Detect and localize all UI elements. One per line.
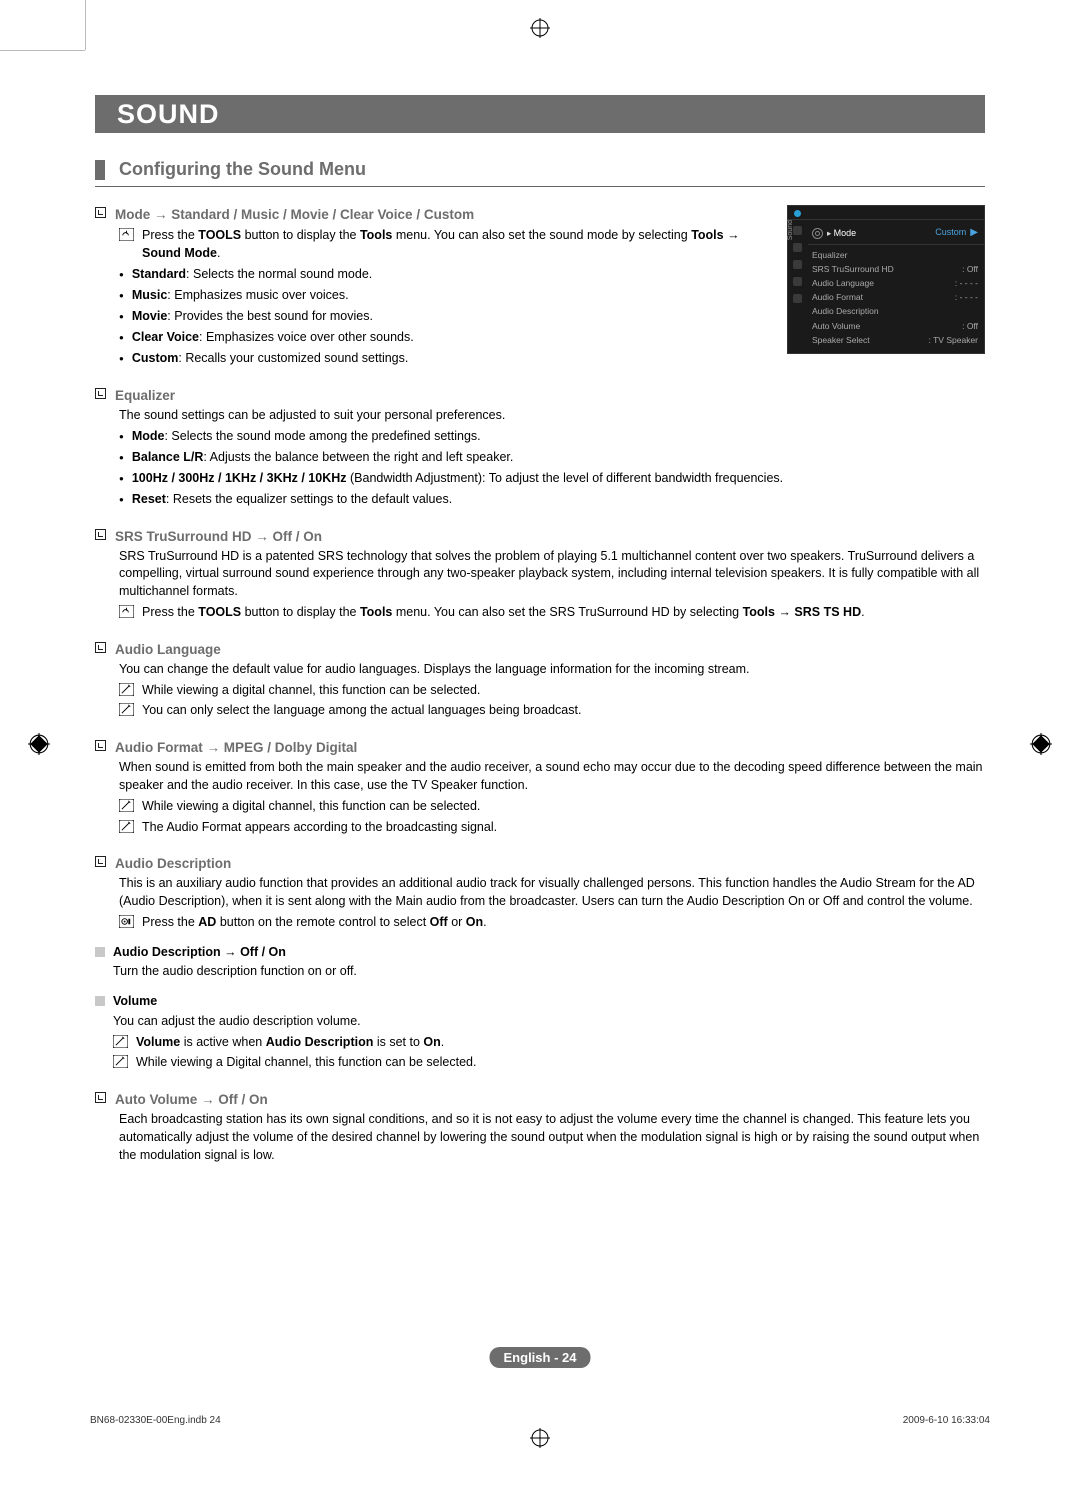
section-bullet-icon [95, 1092, 106, 1103]
section-title: Audio Format → MPEG / Dolby Digital [115, 738, 357, 757]
body-text: Each broadcasting station has its own si… [119, 1111, 985, 1164]
page-footer-right: 2009-6-10 16:33:04 [903, 1415, 990, 1426]
remote-button-icon [119, 915, 134, 928]
note-icon [119, 799, 134, 812]
body-text: While viewing a Digital channel, this fu… [136, 1054, 476, 1072]
subsection-bullet-icon [95, 996, 105, 1006]
section-equalizer: Equalizer The sound settings can be adju… [95, 386, 985, 509]
note-icon [119, 703, 134, 716]
page-footer-left: BN68-02330E-00Eng.indb 24 [90, 1415, 221, 1426]
list-item: Movie: Provides the best sound for movie… [119, 308, 775, 326]
print-registration-left-icon [28, 733, 50, 755]
print-registration-top-icon [530, 18, 550, 38]
subheading: Configuring the Sound Menu [119, 159, 366, 180]
list-item: Standard: Selects the normal sound mode. [119, 266, 775, 284]
body-text: Press the AD button on the remote contro… [142, 914, 487, 932]
crop-line-h [0, 50, 85, 51]
section-title: Auto Volume → Off / On [115, 1090, 268, 1109]
section-title: Audio Description [115, 854, 231, 873]
list-item: Music: Emphasizes music over voices. [119, 287, 775, 305]
section-bullet-icon [95, 856, 106, 867]
body-text: You can only select the language among t… [142, 702, 581, 720]
body-text: While viewing a digital channel, this fu… [142, 798, 480, 816]
body-text: Press the TOOLS button to display the To… [142, 604, 865, 622]
divider [95, 186, 985, 187]
section-srs: SRS TruSurround HD → Off / On SRS TruSur… [95, 527, 985, 622]
section-bullet-icon [95, 642, 106, 653]
list-item: Reset: Resets the equalizer settings to … [119, 491, 985, 509]
body-text: Turn the audio description function on o… [113, 963, 985, 981]
section-bullet-icon [95, 207, 106, 218]
body-text: When sound is emitted from both the main… [119, 759, 985, 795]
section-bullet-icon [95, 740, 106, 751]
section-banner: SOUND [95, 95, 985, 133]
section-auto-volume: Auto Volume → Off / On Each broadcasting… [95, 1090, 985, 1164]
note-icon [113, 1055, 128, 1068]
tools-icon [119, 605, 134, 618]
section-audio-description: Audio Description This is an auxiliary a… [95, 854, 985, 1072]
note-icon [119, 820, 134, 833]
page-footer-center: English - 24 [490, 1347, 591, 1368]
subsection-title: Volume [113, 993, 157, 1011]
subsection-volume: Volume You can adjust the audio descript… [95, 993, 985, 1072]
section-audio-format: Audio Format → MPEG / Dolby Digital When… [95, 738, 985, 836]
body-text: You can adjust the audio description vol… [113, 1013, 985, 1031]
body-text: SRS TruSurround HD is a patented SRS tec… [119, 548, 985, 601]
subsection-bullet-icon [95, 947, 105, 957]
section-title: Equalizer [115, 386, 175, 405]
list-item: Custom: Recalls your customized sound se… [119, 350, 775, 368]
print-registration-right-icon [1030, 733, 1052, 755]
section-audio-language: Audio Language You can change the defaul… [95, 640, 985, 720]
crop-line-v [85, 0, 86, 50]
body-text: While viewing a digital channel, this fu… [142, 682, 480, 700]
subsection-ad-on-off: Audio Description → Off / On Turn the au… [95, 944, 985, 982]
body-text: Press the TOOLS button to display the To… [142, 227, 775, 263]
body-text: The sound settings can be adjusted to su… [119, 407, 985, 425]
section-bullet-icon [95, 529, 106, 540]
subhead-bar-icon [95, 160, 105, 180]
tools-icon [119, 228, 134, 241]
note-icon [113, 1035, 128, 1048]
body-text: You can change the default value for aud… [119, 661, 985, 679]
section-title: Mode → Standard / Music / Movie / Clear … [115, 205, 474, 224]
section-title: SRS TruSurround HD → Off / On [115, 527, 322, 546]
list-item: Clear Voice: Emphasizes voice over other… [119, 329, 775, 347]
section-bullet-icon [95, 388, 106, 399]
list-item: Balance L/R: Adjusts the balance between… [119, 449, 985, 467]
note-icon [119, 683, 134, 696]
section-mode: Mode → Standard / Music / Movie / Clear … [95, 205, 985, 368]
list-item: Mode: Selects the sound mode among the p… [119, 428, 985, 446]
body-text: Volume is active when Audio Description … [136, 1034, 444, 1052]
section-title: Audio Language [115, 640, 221, 659]
list-item: 100Hz / 300Hz / 1KHz / 3KHz / 10KHz (Ban… [119, 470, 985, 488]
print-registration-bottom-icon [530, 1428, 550, 1448]
subsection-title: Audio Description → Off / On [113, 944, 286, 962]
body-text: The Audio Format appears according to th… [142, 819, 497, 837]
body-text: This is an auxiliary audio function that… [119, 875, 985, 911]
